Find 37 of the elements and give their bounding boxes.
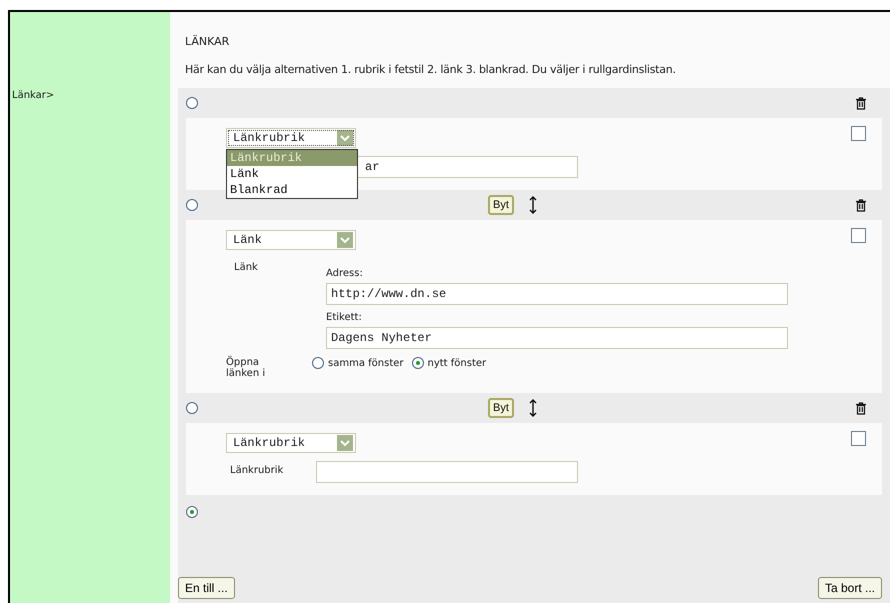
- input-field[interactable]: [316, 461, 578, 483]
- add-button[interactable]: En till ...: [178, 577, 235, 599]
- section-label: Länk: [234, 262, 258, 273]
- trash-icon[interactable]: [856, 198, 866, 212]
- radio-label: samma fönster: [328, 358, 404, 368]
- section-heading: LÄNKAR: [184, 34, 230, 50]
- radio-button[interactable]: [186, 97, 198, 109]
- chevron-icon: [337, 435, 353, 451]
- field-label: Etikett:: [326, 312, 363, 323]
- up-down-arrow-icon[interactable]: [528, 398, 538, 418]
- checkbox[interactable]: [851, 126, 866, 141]
- checkbox[interactable]: [851, 228, 866, 243]
- swap-button[interactable]: Byt: [488, 398, 514, 418]
- trash-icon[interactable]: [856, 402, 866, 414]
- description-text: Här kan du välja alternativen 1. rubrik i fetstil 2. länk 3. blankrad. Du väljer i rullgardinslistan.: [184, 62, 677, 78]
- remove-button[interactable]: Ta bort ...: [818, 577, 882, 599]
- radio-button[interactable]: [186, 402, 198, 414]
- input-field[interactable]: Dagens Nyheter: [326, 327, 788, 349]
- radio-label: nytt fönster: [428, 358, 486, 368]
- sidebar-label: Länkar>: [12, 90, 54, 101]
- type-select[interactable]: Länk: [226, 230, 356, 250]
- field-label: Öppna länken i: [226, 357, 266, 379]
- field-label: Länkrubrik: [230, 465, 284, 476]
- checkbox[interactable]: [851, 431, 866, 446]
- radio-button[interactable]: [186, 199, 198, 211]
- type-select[interactable]: Länkrubrik: [226, 433, 356, 453]
- field-label: Adress:: [326, 268, 364, 279]
- chevron-icon: [337, 130, 353, 146]
- radio-button[interactable]: [186, 506, 198, 518]
- radio-button[interactable]: [412, 357, 424, 369]
- trash-icon[interactable]: [856, 96, 866, 110]
- input-field[interactable]: http://www.dn.se: [326, 283, 788, 305]
- type-select[interactable]: Länkrubrik: [226, 128, 356, 148]
- swap-button[interactable]: Byt: [488, 195, 514, 215]
- chevron-icon: [337, 232, 353, 248]
- up-down-arrow-icon[interactable]: [528, 195, 538, 215]
- radio-button[interactable]: [312, 357, 324, 369]
